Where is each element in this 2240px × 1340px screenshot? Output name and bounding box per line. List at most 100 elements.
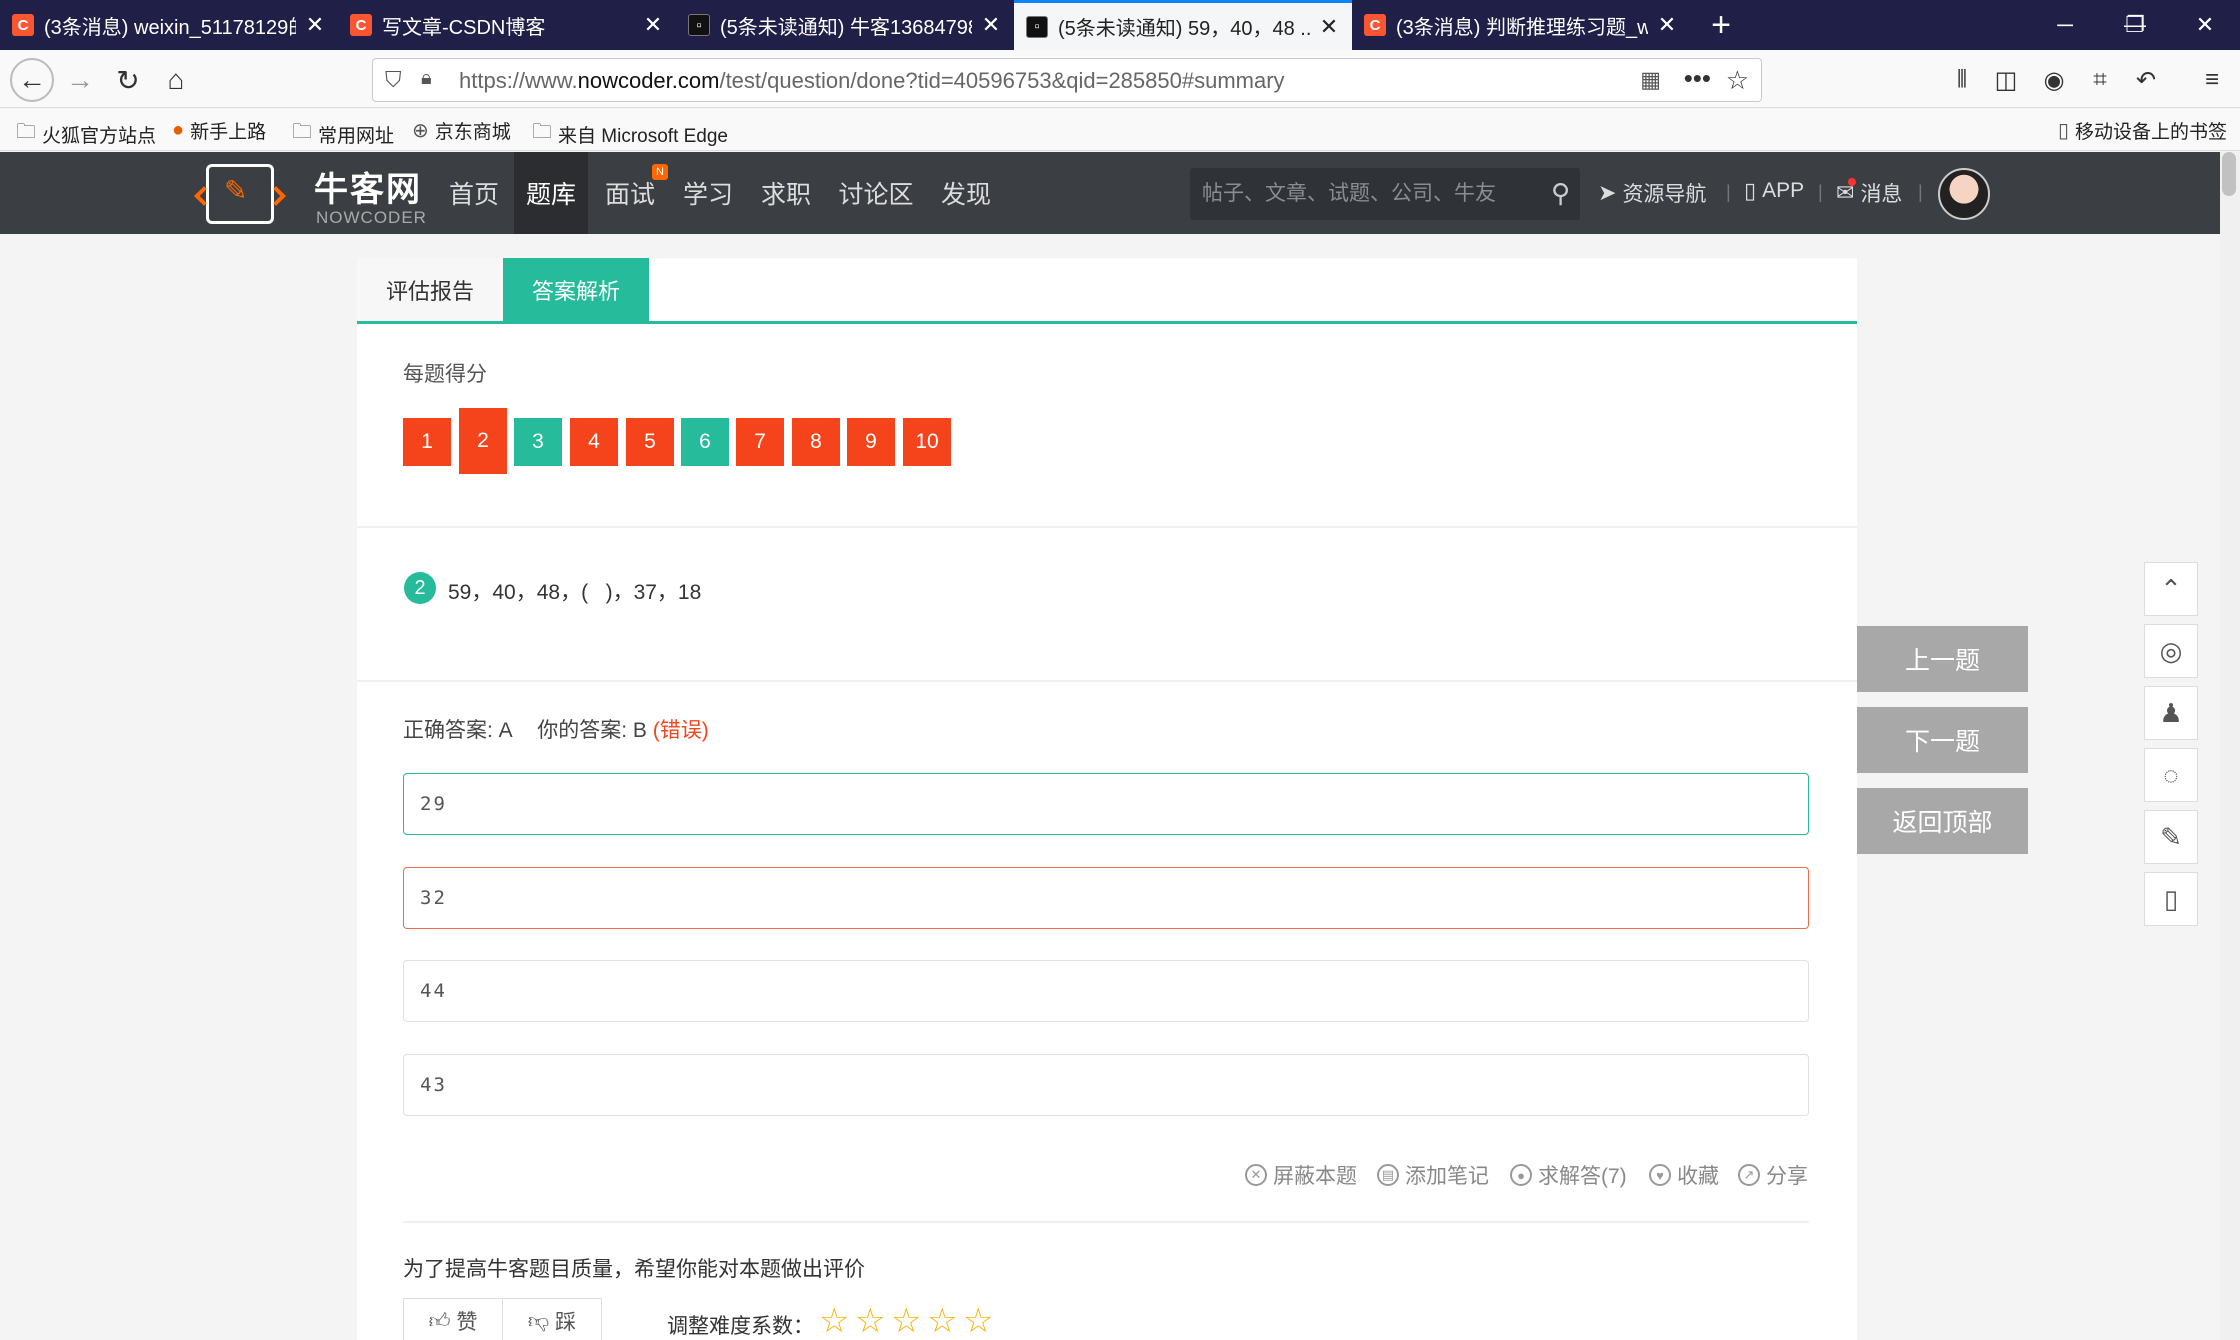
new-tab-button[interactable]: +: [1696, 0, 1746, 50]
back-icon[interactable]: ←: [10, 58, 54, 102]
star-icon[interactable]: ☆: [819, 1304, 849, 1338]
question-number-button-current[interactable]: 2: [459, 408, 507, 474]
browser-tab[interactable]: C 写文章-CSDN博客 ✕: [338, 0, 676, 50]
question-number-button[interactable]: 4: [570, 418, 618, 466]
question-number-button[interactable]: 9: [847, 418, 895, 466]
nav-learn[interactable]: 学习: [672, 152, 744, 234]
mobile-bookmarks[interactable]: ▯ 移动设备上的书签: [2058, 117, 2227, 144]
action-label: 添加笔记: [1405, 1165, 1489, 1188]
url-text[interactable]: https://www.nowcoder.com/test/question/d…: [459, 68, 1285, 94]
nav-interview[interactable]: 面试 N: [594, 152, 668, 234]
restore-icon[interactable]: ❐: [2100, 0, 2170, 50]
browser-tab[interactable]: C (3条消息) weixin_51178129的 ✕: [0, 0, 338, 50]
nav-discover[interactable]: 发现: [930, 152, 1002, 234]
account-icon[interactable]: ◉: [2036, 62, 2072, 98]
home-icon[interactable]: ⌂: [154, 58, 198, 102]
site-logo[interactable]: ✎ 牛客网 NOWCODER: [206, 160, 436, 228]
star-icon[interactable]: ☆: [963, 1304, 993, 1338]
bookmark-item[interactable]: ● 新手上路: [172, 117, 266, 144]
comment-icon: ●: [1510, 1164, 1532, 1186]
bookmark-label: 火狐官方站点: [42, 125, 157, 147]
star-icon[interactable]: ☆: [927, 1304, 957, 1338]
messages-link[interactable]: ✉ 消息: [1836, 178, 1902, 208]
browser-tab[interactable]: C (3条消息) 判断推理练习题_wei ✕: [1352, 0, 1690, 50]
star-icon[interactable]: ☆: [855, 1304, 885, 1338]
dislike-button[interactable]: 👎︎ 踩: [502, 1298, 602, 1340]
next-question-button[interactable]: 下一题: [1857, 707, 2028, 773]
search-icon[interactable]: ⚲: [1551, 178, 1570, 209]
weibo-icon[interactable]: ◎: [2144, 624, 2198, 678]
scrollbar-thumb[interactable]: [2222, 152, 2236, 196]
back-to-top-button[interactable]: 返回顶部: [1857, 788, 2028, 854]
nav-discuss[interactable]: 讨论区: [828, 152, 924, 234]
option-b[interactable]: 32: [403, 867, 1809, 929]
screenshot-icon[interactable]: ⌗: [2082, 62, 2118, 98]
block-question-button[interactable]: ✕ 屏蔽本题: [1245, 1160, 1357, 1190]
close-icon[interactable]: ✕: [1656, 12, 1678, 38]
tab-evaluation-report[interactable]: 评估报告: [357, 258, 503, 321]
browser-tab[interactable]: ▫ (5条未读通知) 牛客136847985 ✕: [676, 0, 1014, 50]
nav-home[interactable]: 首页: [440, 152, 508, 234]
question-number-button[interactable]: 7: [736, 418, 784, 466]
question-number-button[interactable]: 3: [514, 418, 562, 466]
qq-icon[interactable]: ♟: [2144, 686, 2198, 740]
dislike-label: 踩: [555, 1311, 577, 1334]
nav-jobs[interactable]: 求职: [750, 152, 822, 234]
nav-question-bank[interactable]: 题库: [514, 152, 588, 234]
app-link[interactable]: ▯ APP: [1744, 178, 1804, 204]
bookmark-item[interactable]: 🗀 来自 Microsoft Edge: [532, 117, 728, 151]
question-number-badge: 2: [404, 572, 436, 604]
search-input[interactable]: [1202, 176, 1522, 212]
like-button[interactable]: 👍︎ 赞: [403, 1298, 503, 1340]
question-text: 59，40，48，( )，37，18: [448, 581, 702, 604]
question-number-button[interactable]: 1: [403, 418, 451, 466]
close-icon[interactable]: ✕: [1318, 14, 1340, 40]
scroll-up-icon[interactable]: ⌃: [2144, 562, 2198, 616]
lock-icon[interactable]: 🔒︎: [421, 67, 432, 90]
edit-icon[interactable]: ✎: [2144, 810, 2198, 864]
question-number-button[interactable]: 8: [792, 418, 840, 466]
tab-answer-analysis[interactable]: 答案解析: [503, 258, 649, 321]
more-icon[interactable]: •••: [1684, 63, 1711, 94]
mobile-icon[interactable]: ▯: [2144, 872, 2198, 926]
library-icon[interactable]: ⫴: [1944, 62, 1980, 98]
forward-icon[interactable]: →: [58, 58, 102, 102]
url-bar[interactable]: ⛉ 🔒︎ https://www.nowcoder.com/test/quest…: [372, 58, 1762, 102]
reload-icon[interactable]: ↻: [106, 58, 150, 102]
qr-code-icon[interactable]: ▦: [1640, 67, 1661, 93]
close-window-icon[interactable]: ✕: [2170, 0, 2240, 50]
sidebar-icon[interactable]: ◫: [1988, 62, 2024, 98]
share-button[interactable]: ↗ 分享: [1738, 1160, 1808, 1190]
close-icon[interactable]: ✕: [642, 12, 664, 38]
bookmark-item[interactable]: 🗀 火狐官方站点: [16, 117, 156, 151]
star-icon[interactable]: ☆: [891, 1304, 921, 1338]
add-note-button[interactable]: ▤ 添加笔记: [1377, 1160, 1489, 1190]
resource-nav-link[interactable]: ➤ 资源导航: [1598, 178, 1706, 208]
bookmark-star-icon[interactable]: ☆: [1726, 65, 1749, 96]
shield-icon[interactable]: ⛉: [385, 67, 402, 93]
bookmark-label: 来自 Microsoft Edge: [558, 125, 728, 147]
ask-answer-button[interactable]: ● 求解答(7): [1510, 1160, 1627, 1190]
folder-icon: 🗀: [292, 121, 312, 143]
prev-question-button[interactable]: 上一题: [1857, 626, 2028, 692]
close-icon[interactable]: ✕: [980, 12, 1002, 38]
option-a[interactable]: 29: [403, 773, 1809, 835]
minimize-icon-btn[interactable]: ─: [2030, 0, 2100, 50]
app-label: APP: [1762, 179, 1805, 202]
option-c[interactable]: 44: [403, 960, 1809, 1022]
avatar[interactable]: [1938, 168, 1990, 220]
bookmark-item[interactable]: 🗀 常用网址: [292, 117, 394, 151]
bookmark-item[interactable]: ⊕ 京东商城: [412, 117, 511, 144]
browser-tab-bar: C (3条消息) weixin_51178129的 ✕ C 写文章-CSDN博客…: [0, 0, 2240, 50]
undo-icon[interactable]: ↶: [2128, 62, 2164, 98]
option-d[interactable]: 43: [403, 1054, 1809, 1116]
menu-icon[interactable]: ≡: [2194, 62, 2230, 98]
question-number-button[interactable]: 5: [626, 418, 674, 466]
wechat-icon[interactable]: ◌: [2144, 748, 2198, 802]
question-number-button[interactable]: 10: [903, 418, 951, 466]
scrollbar-track[interactable]: [2220, 152, 2240, 1340]
close-icon[interactable]: ✕: [304, 12, 326, 38]
question-number-button[interactable]: 6: [681, 418, 729, 466]
browser-tab-active[interactable]: ▫ (5条未读通知) 59，40，48 ..._ ✕: [1014, 0, 1352, 50]
favorite-button[interactable]: ♥ 收藏: [1649, 1160, 1719, 1190]
